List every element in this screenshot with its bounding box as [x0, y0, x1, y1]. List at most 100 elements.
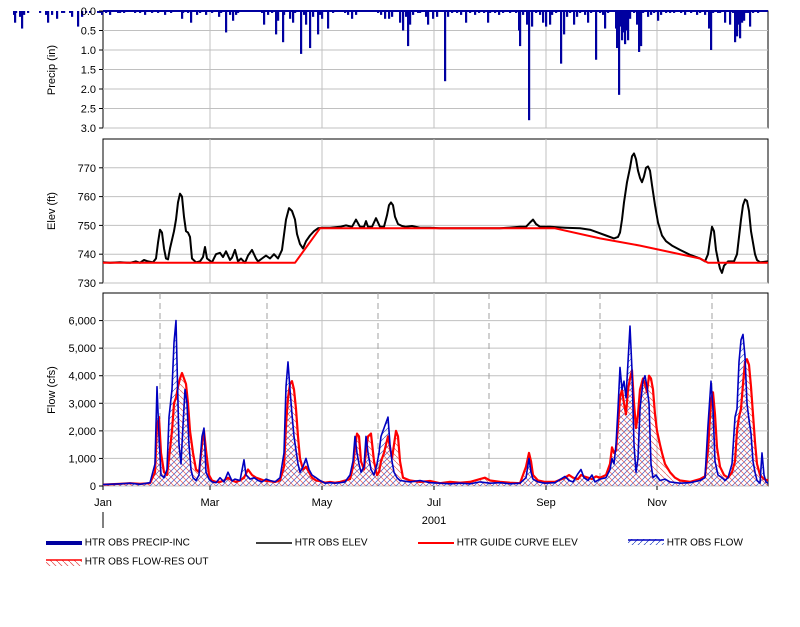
- y-tick-label: 750: [78, 220, 96, 232]
- precip-bar: [737, 11, 740, 25]
- precip-bar: [117, 11, 120, 13]
- precip-bar: [569, 11, 572, 13]
- precip-bar: [109, 11, 112, 15]
- precip-bar: [294, 11, 297, 13]
- precip-bar: [391, 11, 394, 17]
- precip-bar: [61, 11, 64, 13]
- elevation-y-ticks: 730 740 750 760 770: [78, 163, 103, 290]
- precip-bar: [332, 11, 335, 13]
- y-tick-label: 0.5: [81, 26, 96, 38]
- precip-bar: [653, 11, 656, 13]
- precip-bar: [566, 11, 569, 17]
- x-tick-label: Mar: [201, 497, 220, 509]
- precip-bar: [23, 11, 26, 15]
- y-tick-label: 0.0: [81, 6, 96, 18]
- elevation-y-axis-label: Elev (ft): [46, 192, 58, 230]
- precip-bar: [317, 11, 320, 35]
- precip-bar: [119, 11, 122, 13]
- precip-bar: [388, 11, 391, 19]
- precip-bar: [515, 11, 518, 13]
- precip-bar: [465, 11, 468, 23]
- precip-bar: [752, 11, 755, 13]
- precip-bar: [232, 11, 235, 21]
- precip-bar: [419, 11, 422, 13]
- precip-bar: [144, 11, 147, 15]
- precip-bar: [717, 11, 720, 13]
- precip-bar: [205, 11, 208, 15]
- y-tick-label: 6,000: [68, 316, 96, 328]
- precip-bar: [327, 11, 330, 29]
- y-tick-label: 2,000: [68, 426, 96, 438]
- precip-bar: [729, 11, 732, 25]
- precip-bar: [402, 11, 405, 31]
- precip-bar: [551, 11, 554, 15]
- precip-bar: [344, 11, 347, 13]
- precip-bar: [607, 11, 610, 13]
- precip-bar: [237, 11, 240, 13]
- precip-bar: [263, 11, 266, 25]
- precip-bar: [741, 11, 744, 23]
- x-tick-label: Jul: [427, 497, 441, 509]
- y-tick-label: 0: [90, 481, 96, 493]
- precip-bar: [300, 11, 303, 54]
- precip-bar: [669, 11, 672, 13]
- elevation-panel: 730 740 750 760 770 Elev (ft): [46, 138, 769, 290]
- y-tick-label: 2.0: [81, 84, 96, 96]
- y-tick-label: 1.5: [81, 65, 96, 77]
- precip-bar: [690, 11, 693, 13]
- precip-bar: [747, 11, 750, 13]
- precip-bar: [347, 11, 350, 15]
- precip-bar: [604, 11, 607, 29]
- precip-bar: [319, 11, 322, 15]
- y-tick-label: 740: [78, 249, 96, 261]
- y-tick-label: 1.0: [81, 45, 96, 57]
- precip-bar: [405, 11, 408, 17]
- precip-bar: [627, 11, 630, 41]
- y-tick-label: 4,000: [68, 371, 96, 383]
- precip-bar: [351, 11, 354, 19]
- precip-bar: [478, 11, 481, 13]
- precip-bar: [749, 11, 752, 27]
- precip-bar: [412, 11, 415, 15]
- precip-bar: [225, 11, 228, 33]
- precip-bar: [196, 11, 199, 15]
- precip-bar: [21, 11, 24, 29]
- precip-bar: [151, 11, 154, 13]
- precip-bar: [665, 11, 668, 13]
- precip-bar: [77, 11, 80, 27]
- precip-bar: [545, 11, 548, 27]
- precip-bar: [526, 11, 529, 25]
- x-tick-label: Sep: [536, 497, 556, 509]
- precip-bar: [745, 11, 748, 13]
- precip-y-axis-label: Precip (in): [46, 45, 58, 95]
- precip-bar: [684, 11, 687, 15]
- precip-bar: [522, 11, 525, 15]
- precip-bar: [289, 11, 292, 19]
- precip-bar: [660, 11, 663, 15]
- precip-bar: [584, 11, 587, 15]
- precip-bar: [460, 11, 463, 15]
- flow-y-ticks: 0 1,000 2,000 3,000 4,000 5,000 6,000: [68, 316, 103, 493]
- y-tick-label: 2.5: [81, 104, 96, 116]
- precip-bar: [719, 11, 722, 13]
- precip-bar: [704, 11, 707, 15]
- precip-bar: [139, 11, 142, 13]
- precip-bar: [15, 11, 18, 13]
- precip-bar: [305, 11, 308, 25]
- precip-bar: [47, 11, 50, 23]
- precip-bar: [602, 11, 605, 15]
- precip-bar: [712, 11, 715, 13]
- precip-bar: [739, 11, 742, 39]
- precip-bar: [235, 11, 238, 15]
- precip-bar: [696, 11, 699, 15]
- precip-bar: [469, 11, 472, 13]
- precip-bar: [182, 11, 185, 13]
- flow-x-ticks: Jan Mar May Jul Sep Nov: [94, 486, 667, 509]
- precip-bar: [657, 11, 660, 21]
- precip-bar: [27, 11, 30, 13]
- elevation-plot-area: [102, 138, 769, 284]
- precip-bar: [97, 11, 100, 13]
- precip-bar: [487, 11, 490, 23]
- precip-bar: [576, 11, 579, 17]
- precip-bar: [218, 11, 221, 17]
